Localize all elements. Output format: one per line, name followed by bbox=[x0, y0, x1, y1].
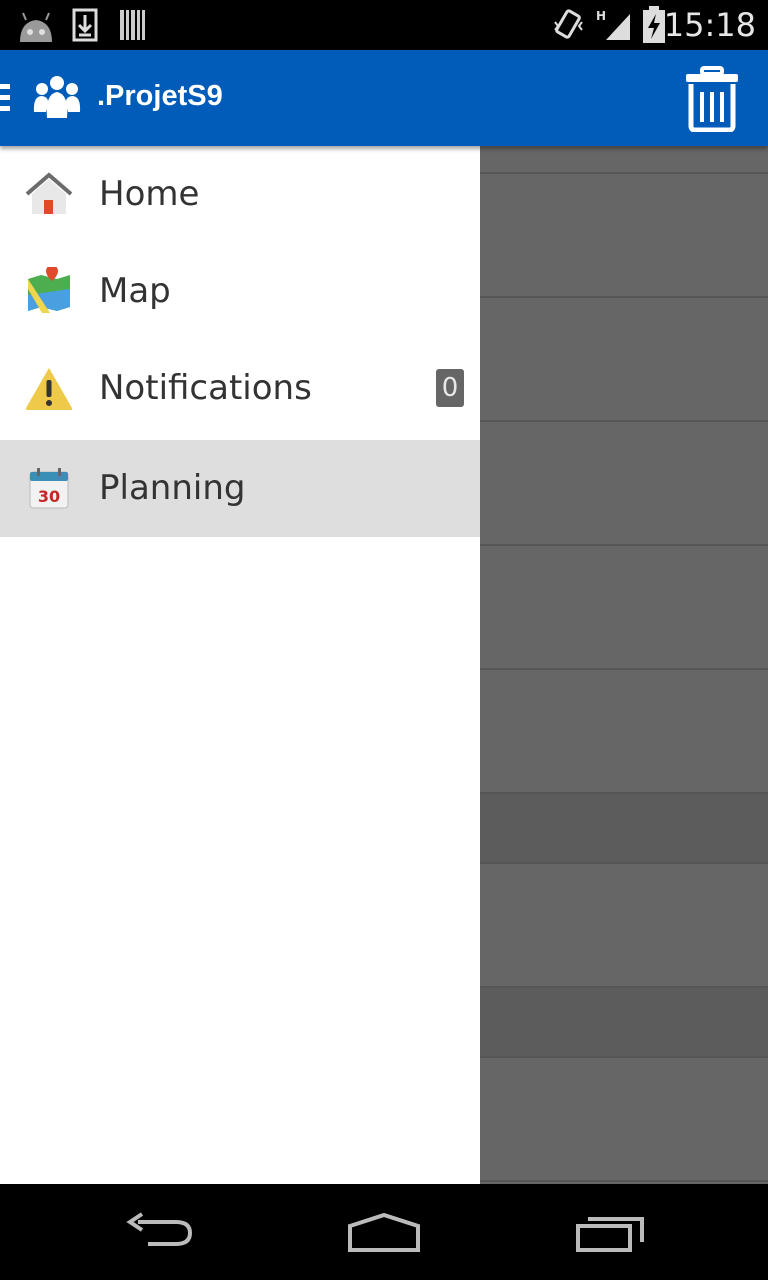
drawer-item-label: Map bbox=[99, 271, 171, 311]
drawer-item-planning[interactable]: 30 Planning bbox=[0, 440, 480, 537]
recent-apps-icon[interactable] bbox=[574, 1214, 646, 1254]
list-item bbox=[480, 422, 768, 546]
system-nav-bar bbox=[0, 1184, 768, 1280]
list-item bbox=[480, 670, 768, 794]
list-item bbox=[480, 146, 768, 174]
list-item bbox=[480, 546, 768, 670]
notification-count-badge: 0 bbox=[436, 369, 464, 407]
status-time: 15:18 bbox=[663, 6, 756, 44]
signal-h-icon: H bbox=[596, 9, 630, 40]
battery-charging-icon bbox=[643, 6, 665, 43]
people-group-icon[interactable] bbox=[32, 74, 82, 120]
drawer-item-home[interactable]: Home bbox=[0, 146, 480, 243]
map-icon bbox=[28, 267, 70, 313]
trash-icon[interactable] bbox=[684, 66, 740, 132]
list-item bbox=[480, 174, 768, 298]
home-icon bbox=[25, 172, 73, 214]
svg-text:H: H bbox=[596, 9, 606, 23]
home-nav-icon[interactable] bbox=[346, 1212, 422, 1254]
list-item bbox=[480, 298, 768, 422]
list-item bbox=[480, 794, 768, 864]
calendar-day-text: 30 bbox=[38, 487, 60, 506]
drawer-toggle-icon[interactable] bbox=[0, 84, 12, 114]
content-scrim[interactable] bbox=[480, 146, 768, 1184]
app-screen: H 15:18 .ProjetS9 Home Map Notifications… bbox=[0, 0, 768, 1280]
list-item bbox=[480, 864, 768, 988]
barcode-icon bbox=[120, 10, 145, 40]
back-icon[interactable] bbox=[124, 1212, 196, 1252]
download-icon bbox=[72, 8, 98, 42]
action-bar: .ProjetS9 bbox=[0, 50, 768, 146]
android-icon bbox=[20, 12, 52, 42]
list-item bbox=[480, 988, 768, 1058]
drawer-item-label: Planning bbox=[99, 468, 246, 508]
calendar-icon: 30 bbox=[29, 468, 69, 509]
status-bar: H 15:18 bbox=[0, 0, 768, 50]
drawer-item-map[interactable]: Map bbox=[0, 243, 480, 340]
drawer-item-notifications[interactable]: Notifications 0 bbox=[0, 340, 480, 437]
navigation-drawer: Home Map Notifications 0 30 Planning bbox=[0, 146, 480, 1184]
list-item bbox=[480, 1058, 768, 1182]
drawer-item-label: Notifications bbox=[99, 368, 312, 408]
warning-icon bbox=[25, 368, 73, 410]
drawer-item-label: Home bbox=[99, 174, 200, 214]
app-title: .ProjetS9 bbox=[97, 80, 223, 112]
vibrate-icon bbox=[554, 9, 583, 39]
